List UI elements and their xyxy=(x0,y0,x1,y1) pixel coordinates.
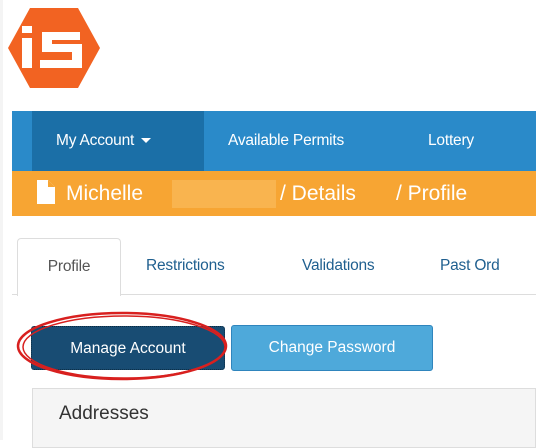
tab-validations[interactable]: Validations xyxy=(302,238,375,294)
change-password-button[interactable]: Change Password xyxy=(231,325,433,371)
tab-profile[interactable]: Profile xyxy=(17,238,121,296)
tab-past-orders[interactable]: Past Ord xyxy=(440,238,500,294)
top-navbar: My Account Available Permits Lottery xyxy=(12,111,536,171)
file-icon xyxy=(37,180,55,204)
breadcrumb: Michelle / Details / Profile xyxy=(12,171,536,216)
addresses-panel-header: Addresses xyxy=(32,388,536,448)
breadcrumb-name[interactable]: Michelle xyxy=(66,171,143,216)
breadcrumb-details[interactable]: / Details xyxy=(280,171,356,216)
manage-account-button[interactable]: Manage Account xyxy=(31,326,225,370)
redacted-surname xyxy=(172,180,276,208)
nav-my-account[interactable]: My Account xyxy=(32,111,204,171)
nav-available-permits[interactable]: Available Permits xyxy=(228,111,344,171)
panel-title: Addresses xyxy=(59,403,149,424)
nav-available-permits-label: Available Permits xyxy=(228,132,345,149)
nav-lottery[interactable]: Lottery xyxy=(428,111,474,171)
tab-restrictions[interactable]: Restrictions xyxy=(146,238,225,294)
page-left-border xyxy=(0,0,3,440)
logo[interactable] xyxy=(6,6,102,90)
logo-hexagon-icon xyxy=(8,8,100,88)
nav-lottery-label: Lottery xyxy=(428,132,474,149)
breadcrumb-profile: / Profile xyxy=(396,182,468,205)
nav-my-account-label: My Account xyxy=(56,132,135,149)
chevron-down-icon xyxy=(141,138,152,144)
